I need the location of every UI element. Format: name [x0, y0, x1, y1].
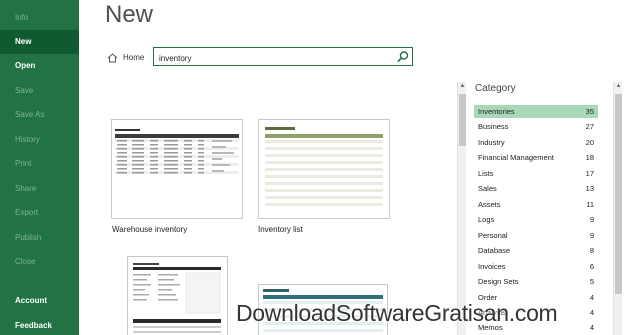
- inventory-list-preview: [259, 120, 389, 218]
- category-item-inventories[interactable]: Inventories 35: [474, 105, 598, 118]
- personal-inventory-preview: [128, 257, 227, 335]
- category-item-database[interactable]: Database 8: [474, 244, 598, 257]
- sidebar-item-publish[interactable]: Publish: [0, 226, 79, 250]
- sidebar-item-account[interactable]: Account: [0, 289, 79, 313]
- category-name: Inventories: [478, 107, 515, 116]
- category-count: 5: [589, 277, 594, 286]
- home-label: Home: [123, 53, 145, 62]
- category-item-business[interactable]: Business 27: [474, 120, 598, 133]
- category-item-sales[interactable]: Sales 13: [474, 182, 598, 195]
- sidebar-item-history[interactable]: History: [0, 128, 79, 152]
- category-item-invoices[interactable]: Invoices 6: [474, 260, 598, 273]
- template-search-input[interactable]: [154, 50, 389, 67]
- category-count: 17: [585, 169, 594, 178]
- category-count: 20: [585, 138, 594, 147]
- category-count: 4: [589, 308, 594, 317]
- category-scroll-thumb[interactable]: [615, 94, 622, 294]
- scroll-up-icon[interactable]: ▲: [458, 82, 467, 91]
- category-name: Invoices: [478, 262, 506, 271]
- sidebar-item-new[interactable]: New: [0, 30, 79, 54]
- scroll-up-icon[interactable]: ▲: [614, 82, 623, 91]
- watermark-text: DownloadSoftwareGratisan.com: [236, 300, 558, 326]
- sidebar-item-info[interactable]: Info: [0, 6, 79, 30]
- category-count: 18: [585, 153, 594, 162]
- category-name: Personal: [478, 231, 508, 240]
- category-name: Design Sets: [478, 277, 519, 286]
- category-name: Lists: [478, 169, 494, 178]
- category-count: 4: [589, 293, 594, 302]
- sidebar-item-print[interactable]: Print: [0, 152, 79, 176]
- sidebar-item-open[interactable]: Open: [0, 54, 79, 78]
- category-name: Database: [478, 246, 511, 255]
- category-count: 35: [585, 107, 594, 116]
- category-name: Business: [478, 122, 509, 131]
- category-count: 11: [586, 200, 594, 209]
- page-title: New: [105, 1, 154, 28]
- sidebar-item-close[interactable]: Close: [0, 250, 79, 274]
- template-warehouse-inventory[interactable]: [111, 119, 243, 219]
- templates-scrollbar[interactable]: ▲: [457, 82, 466, 335]
- category-count: 9: [589, 231, 594, 240]
- search-icon[interactable]: [396, 50, 410, 63]
- category-name: Sales: [478, 184, 497, 193]
- category-name: Financial Management: [478, 153, 554, 162]
- category-name: Logs: [478, 215, 495, 224]
- category-count: 13: [585, 184, 594, 193]
- templates-scroll-thumb[interactable]: [459, 94, 466, 146]
- category-item-personal[interactable]: Personal 9: [474, 229, 598, 242]
- category-item-assets[interactable]: Assets 11: [474, 198, 598, 211]
- sidebar-item-export[interactable]: Export: [0, 201, 79, 225]
- category-item-design-sets[interactable]: Design Sets 5: [474, 275, 598, 288]
- sidebar-item-feedback[interactable]: Feedback: [0, 314, 79, 335]
- category-item-industry[interactable]: Industry 20: [474, 136, 598, 149]
- category-item-lists[interactable]: Lists 17: [474, 167, 598, 180]
- template-personal-inventory[interactable]: [127, 256, 228, 335]
- home-link[interactable]: Home: [107, 50, 144, 65]
- category-item-financial-management[interactable]: Financial Management 18: [474, 151, 598, 164]
- warehouse-inventory-preview: [112, 120, 242, 218]
- sidebar-item-share[interactable]: Share: [0, 177, 79, 201]
- template-inventory-list[interactable]: [258, 119, 390, 219]
- category-count: 6: [589, 262, 594, 271]
- category-item-logs[interactable]: Logs 9: [474, 213, 598, 226]
- sidebar-item-save[interactable]: Save: [0, 79, 79, 103]
- category-name: Industry: [478, 138, 505, 147]
- template-label-inventory-list: Inventory list: [258, 225, 303, 234]
- excel-backstage: Info New Open Save Save As History Print…: [0, 0, 625, 335]
- category-title: Category: [475, 83, 516, 94]
- category-count: 27: [585, 122, 594, 131]
- home-icon: [107, 52, 118, 62]
- template-search-box: [153, 47, 413, 67]
- sidebar-item-save-as[interactable]: Save As: [0, 103, 79, 127]
- category-count: 4: [589, 323, 594, 332]
- template-label-warehouse-inventory: Warehouse inventory: [112, 225, 188, 234]
- category-count: 8: [589, 246, 594, 255]
- backstage-sidebar: Info New Open Save Save As History Print…: [0, 0, 79, 335]
- category-scrollbar[interactable]: ▲: [613, 82, 622, 335]
- category-name: Assets: [478, 200, 501, 209]
- category-count: 9: [589, 215, 594, 224]
